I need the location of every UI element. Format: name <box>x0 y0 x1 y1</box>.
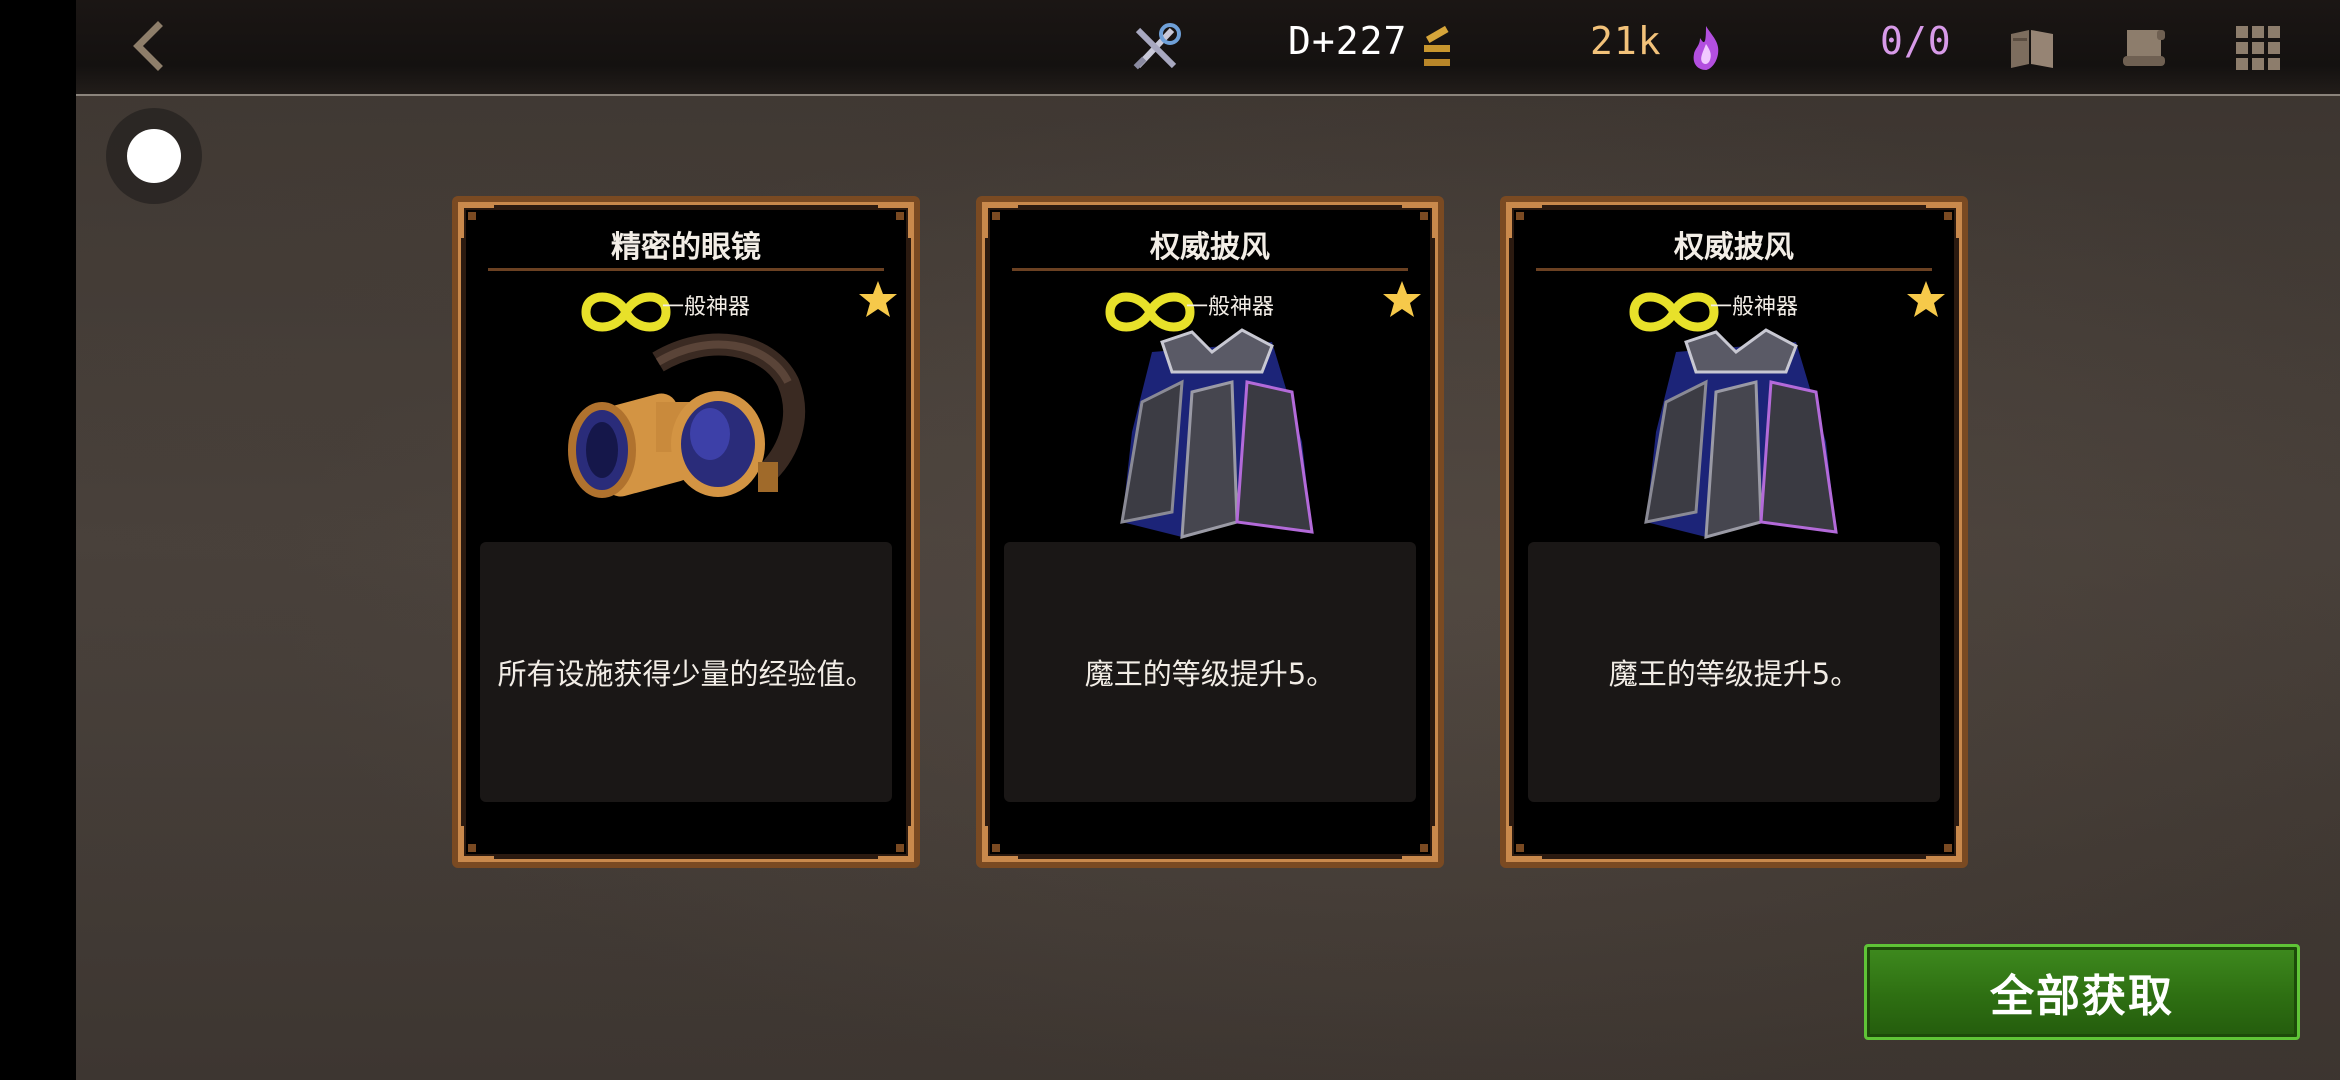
card-description-box: 魔王的等级提升5。 <box>1528 542 1940 802</box>
cape-icon <box>1120 328 1314 540</box>
calendar-indicator <box>1408 18 1468 78</box>
gold-bars-icon <box>1424 25 1450 66</box>
currency-amount: 21k <box>1590 19 1662 63</box>
card-corner-ornament <box>878 826 914 862</box>
star-icon <box>859 281 897 317</box>
toggle-dot <box>127 129 181 183</box>
card-description-box: 所有设施获得少量的经验值。 <box>480 542 892 802</box>
card-corner-ornament <box>458 826 494 862</box>
grid-menu-icon <box>2236 26 2280 70</box>
card-corner-ornament <box>1402 826 1438 862</box>
day-counter: D+227 <box>1288 19 1408 63</box>
back-button[interactable] <box>118 16 178 76</box>
star-icon <box>1383 281 1421 317</box>
card-tier-label: 一般神器 <box>1186 295 1275 320</box>
soul-indicator <box>1676 18 1736 78</box>
left-black-strip <box>0 0 76 1080</box>
card-tier-label: 一般神器 <box>662 295 751 320</box>
goggles-icon <box>568 333 806 498</box>
artifact-card-1[interactable]: 精密的眼镜 一般神器 所有设施获得少量的经验值。 <box>452 196 920 868</box>
book-icon <box>2011 30 2053 68</box>
top-hud-bar <box>76 0 2340 96</box>
floating-toggle-button[interactable] <box>106 108 202 204</box>
capacity-counter: 0/0 <box>1880 19 1952 63</box>
chevron-left-icon <box>133 21 163 71</box>
battle-button[interactable] <box>1126 18 1186 78</box>
card-title: 权威披风 <box>1674 230 1794 265</box>
card-title: 权威披风 <box>1150 230 1270 265</box>
card-tier-label: 一般神器 <box>1710 295 1799 320</box>
card-title-divider <box>488 268 884 271</box>
card-description: 魔王的等级提升5。 <box>1608 657 1860 691</box>
card-corner-ornament <box>1506 826 1542 862</box>
card-corner-ornament <box>982 826 1018 862</box>
card-title: 精密的眼镜 <box>611 230 761 265</box>
card-description: 魔王的等级提升5。 <box>1084 657 1336 691</box>
artifact-card-3[interactable]: 权威披风 一般神器 魔王的等级提升5。 <box>1500 196 1968 868</box>
card-description: 所有设施获得少量的经验值。 <box>497 657 875 691</box>
card-description-box: 魔王的等级提升5。 <box>1004 542 1416 802</box>
scroll-button[interactable] <box>2114 18 2174 78</box>
card-title-divider <box>1536 268 1932 271</box>
scroll-icon <box>2123 30 2165 66</box>
menu-button[interactable] <box>2228 18 2288 78</box>
card-title-divider <box>1012 268 1408 271</box>
game-screen: D+227 21k 0/0 精密的眼镜 一般神器 所有设施获得少量的经验值。 权… <box>0 0 2340 1080</box>
crossed-swords-icon <box>1133 23 1181 70</box>
book-button[interactable] <box>2002 18 2062 78</box>
purple-flame-icon <box>1693 26 1719 70</box>
card-corner-ornament <box>1926 826 1962 862</box>
star-icon <box>1907 281 1945 317</box>
artifact-card-2[interactable]: 权威披风 一般神器 魔王的等级提升5。 <box>976 196 1444 868</box>
cape-icon <box>1644 328 1838 540</box>
collect-all-button[interactable]: 全部获取 <box>1864 944 2300 1040</box>
